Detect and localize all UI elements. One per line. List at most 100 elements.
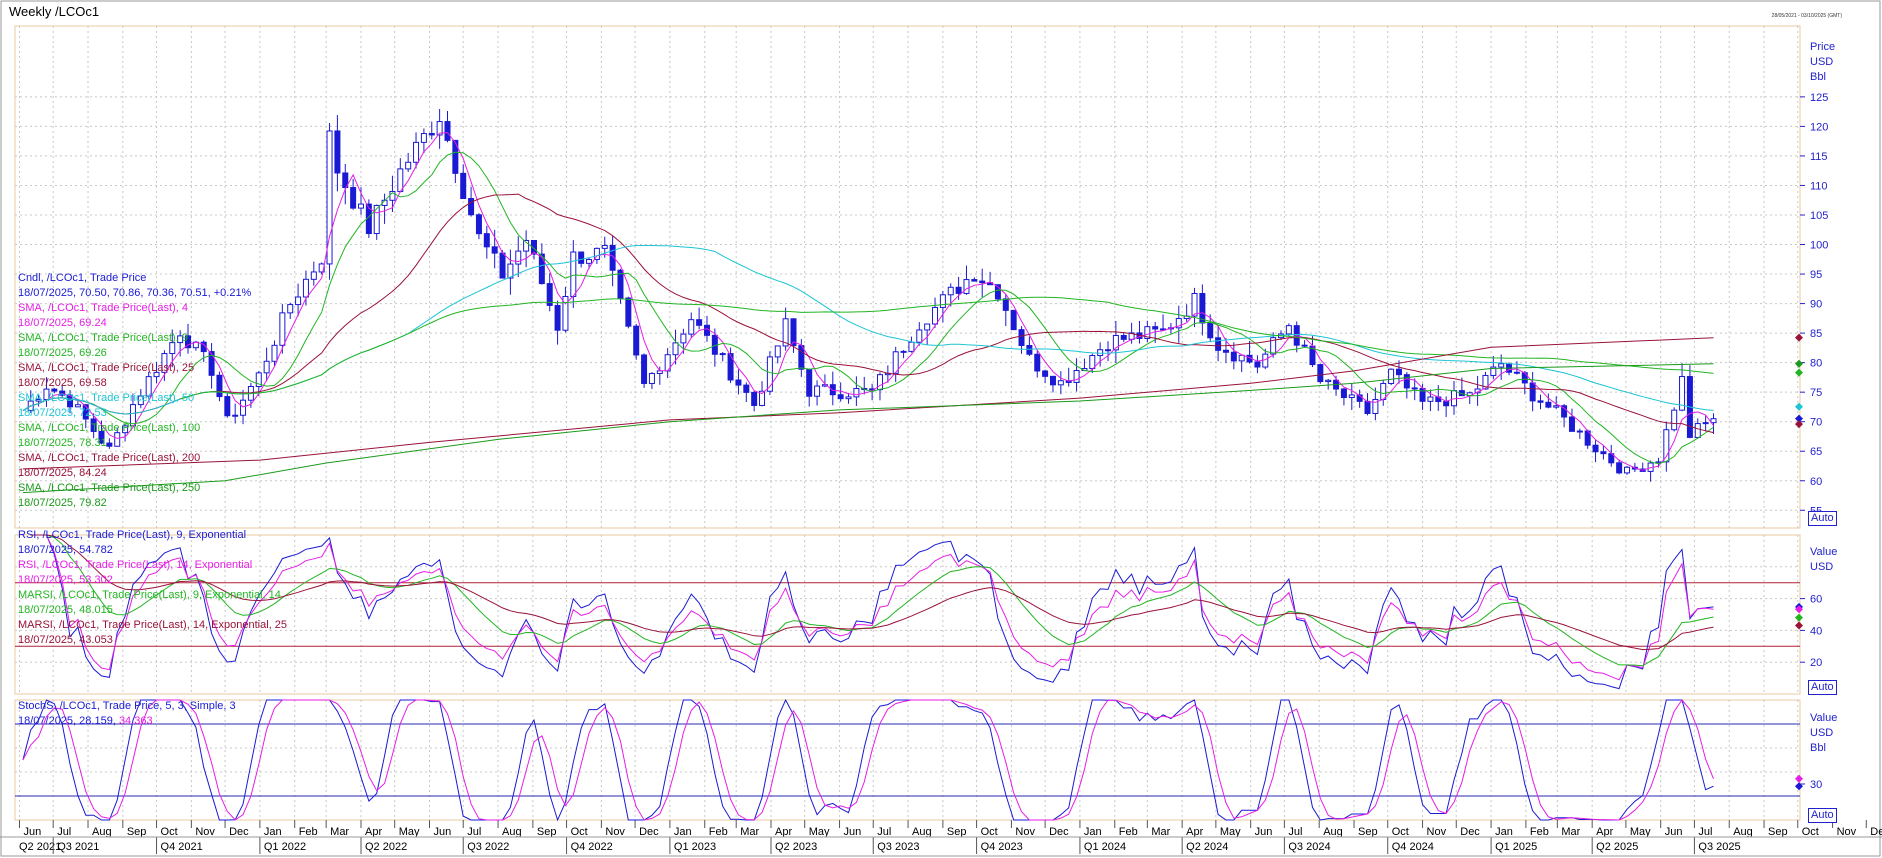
candle-body — [625, 297, 632, 327]
legend-value: 18/07/2025, 54.782 — [18, 544, 113, 556]
candle-body — [1694, 423, 1701, 438]
month-label: Dec — [639, 826, 659, 838]
month-label: Jan — [674, 826, 692, 838]
legend-label: SMA, /LCOc1, Trade Price(Last), 9 — [18, 332, 188, 344]
candle-body — [1364, 400, 1371, 414]
candle-body — [1120, 334, 1127, 340]
candle-body — [932, 306, 939, 325]
rsi-tick-label: 20 — [1810, 657, 1822, 669]
month-label: Dec — [1870, 826, 1882, 838]
candle-body — [1034, 353, 1041, 372]
candle-body — [1710, 418, 1717, 424]
candle-body — [1026, 344, 1033, 355]
stoch-legend-label: StochS, /LCOc1, Trade Price, 5, 3, Simpl… — [18, 700, 236, 712]
candle-body — [774, 345, 781, 358]
stoch-auto-button[interactable]: Auto — [1808, 808, 1837, 823]
candle-body — [287, 304, 294, 314]
candle-body — [1411, 387, 1418, 390]
price-auto-button[interactable]: Auto — [1808, 511, 1837, 526]
month-label: Aug — [912, 826, 932, 838]
candle-body — [1513, 371, 1520, 374]
month-label: Oct — [1802, 826, 1819, 838]
candle-body — [955, 286, 962, 294]
candle-body — [1600, 451, 1607, 455]
candle-body — [1576, 430, 1583, 433]
price-tick-label: 60 — [1810, 476, 1822, 488]
candle-body — [1254, 361, 1261, 368]
candle-body — [601, 244, 608, 249]
rsi-tick-label: 60 — [1810, 594, 1822, 606]
month-label: Jan — [1084, 826, 1102, 838]
month-label: Apr — [1596, 826, 1613, 838]
candle-body — [798, 345, 805, 370]
candle-body — [405, 161, 412, 170]
legend-label: SMA, /LCOc1, Trade Price(Last), 50 — [18, 392, 195, 404]
month-label: Jun — [1665, 826, 1683, 838]
candle-body — [939, 294, 946, 308]
legend-label: RSI, /LCOc1, Trade Price(Last), 9, Expon… — [18, 529, 247, 541]
month-label: Jan — [264, 826, 282, 838]
month-label: Oct — [981, 826, 998, 838]
price-tick-label: 90 — [1810, 299, 1822, 311]
month-label: Mar — [740, 826, 759, 838]
price-tick-label: 100 — [1810, 240, 1828, 252]
candle-body — [735, 379, 742, 386]
candle-body — [751, 391, 758, 406]
month-label: Dec — [229, 826, 249, 838]
candle-body — [853, 388, 860, 398]
quarter-label: Q1 2025 — [1495, 841, 1537, 853]
quarter-label: Q1 2024 — [1084, 841, 1126, 853]
rsi9-line — [30, 534, 1714, 690]
month-label: Oct — [571, 826, 588, 838]
quarter-label: Q1 2023 — [674, 841, 716, 853]
candle-body — [1049, 375, 1056, 386]
month-label: Jun — [1255, 826, 1273, 838]
candle-body — [310, 271, 317, 280]
candle-body — [1057, 380, 1064, 386]
chart-window: Weekly /LCOc1 28/05/2021 - 03/10/2025 (G… — [0, 0, 1882, 858]
candle-body — [672, 342, 679, 356]
candle-body — [656, 370, 663, 374]
month-label: Apr — [365, 826, 382, 838]
chart-canvas[interactable]: Jun Jul Aug Sep Oct Nov Dec Jan Feb Mar Apr May Jun J… — [0, 0, 1882, 858]
price-tick-label: 110 — [1810, 180, 1828, 192]
stoch-last-value-marker — [1795, 774, 1803, 783]
month-label: Jul — [57, 826, 71, 838]
last-value-marker — [1795, 368, 1803, 377]
rsi-last-value-marker — [1795, 621, 1803, 630]
candle-body — [829, 384, 836, 396]
month-label: Jun — [844, 826, 862, 838]
price-tick-label: 120 — [1810, 121, 1828, 133]
month-label: Mar — [1151, 826, 1170, 838]
month-label: Nov — [1837, 826, 1857, 838]
month-label: Feb — [709, 826, 728, 838]
legend-value: 18/07/2025, 69.24 — [18, 317, 107, 329]
month-label: Sep — [537, 826, 557, 838]
rsi14-line — [30, 534, 1714, 681]
candle-body — [900, 350, 907, 353]
quarter-label: Q1 2022 — [264, 841, 306, 853]
candle-body — [302, 278, 309, 298]
month-label: Oct — [1392, 826, 1409, 838]
candle-body — [586, 259, 593, 264]
candle-body — [688, 319, 695, 335]
candle-body — [727, 353, 734, 381]
quarter-label: Q2 2024 — [1186, 841, 1228, 853]
candle-body — [460, 172, 467, 200]
candle-body — [1105, 349, 1112, 352]
month-label: Aug — [1733, 826, 1753, 838]
month-label: Jul — [1288, 826, 1302, 838]
candle-body — [1010, 309, 1017, 331]
month-label: Jun — [23, 826, 41, 838]
candle-body — [1443, 401, 1450, 407]
stoch-k-line — [22, 698, 1714, 822]
month-label: Jul — [877, 826, 891, 838]
candle-body — [216, 374, 223, 398]
legend-value: 18/07/2025, 84.24 — [18, 467, 107, 479]
candle-body — [350, 187, 357, 209]
rsi-auto-button[interactable]: Auto — [1808, 680, 1837, 695]
candle-body — [570, 251, 577, 297]
candle-body — [845, 396, 852, 400]
stoch-d-value: 34.363 — [118, 715, 153, 727]
candle-body — [1215, 337, 1222, 351]
